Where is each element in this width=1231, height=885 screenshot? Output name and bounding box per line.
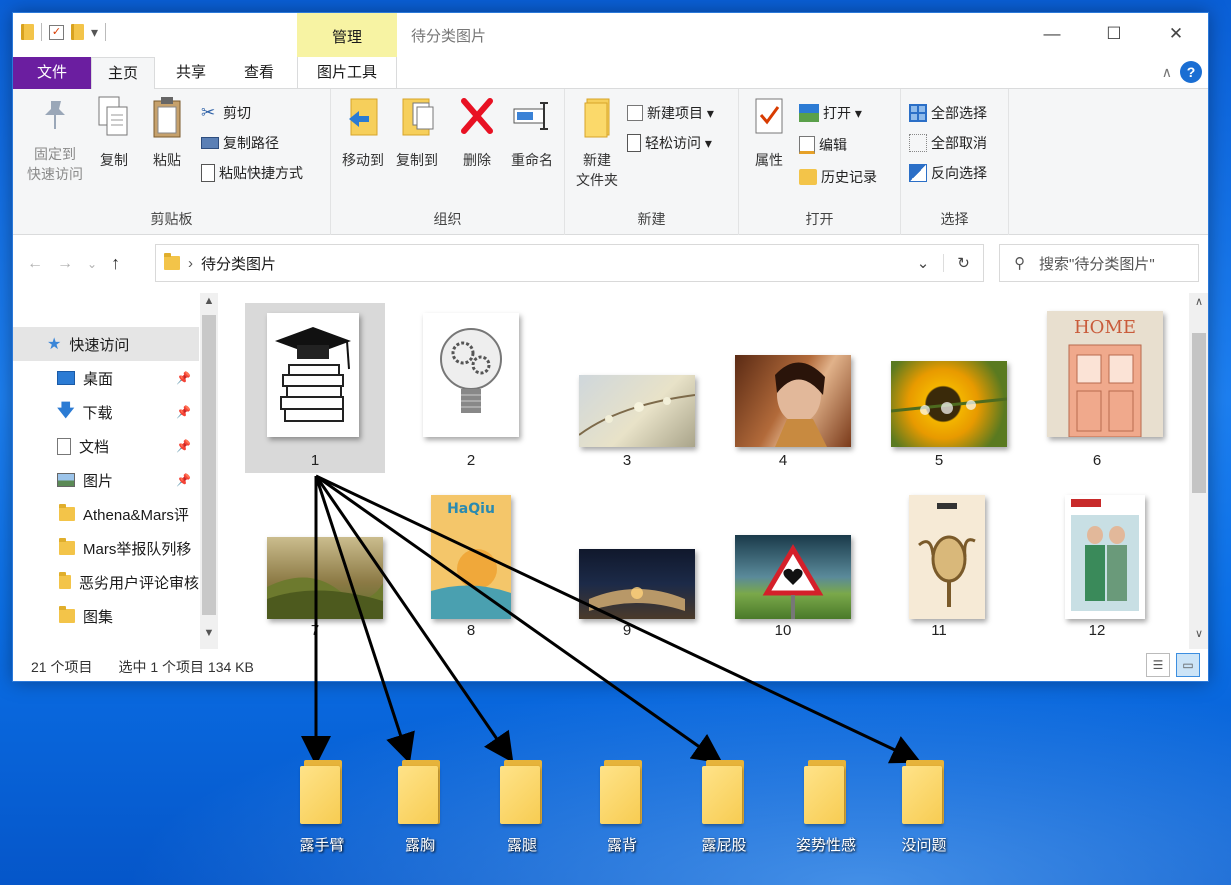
desktop-folder-label: 没问题 [901,837,947,854]
desktop-folder[interactable]: 没问题 [884,760,964,855]
folder-icon [398,760,442,824]
desktop-folder[interactable]: 姿势性感 [786,760,866,855]
folder-icon [702,760,746,824]
desktop-folder-label: 露手臂 [299,837,345,854]
arrow-to-folder-7 [315,474,922,764]
arrow-to-folder-5 [315,474,723,764]
arrow-to-folder-3 [314,475,514,763]
folder-icon [804,760,848,824]
desktop-folder-label: 露腿 [506,837,537,854]
desktop-folder-label: 姿势性感 [795,837,856,854]
desktop-folder-label: 露屁股 [701,837,747,854]
folder-icon [902,760,946,824]
folder-icon [300,760,344,824]
desktop-folder[interactable]: 露屁股 [684,760,764,855]
desktop-folder-label: 露胸 [404,837,435,854]
folder-icon [500,760,544,824]
desktop-folder[interactable]: 露胸 [380,760,460,855]
annotation-arrows [301,474,922,766]
desktop-folder[interactable]: 露手臂 [282,760,362,855]
arrow-to-folder-2 [314,475,415,764]
desktop-folder[interactable]: 露腿 [482,760,562,855]
desktop-folder-label: 露背 [606,837,637,854]
desktop-folder[interactable]: 露背 [582,760,662,855]
folder-icon [600,760,644,824]
